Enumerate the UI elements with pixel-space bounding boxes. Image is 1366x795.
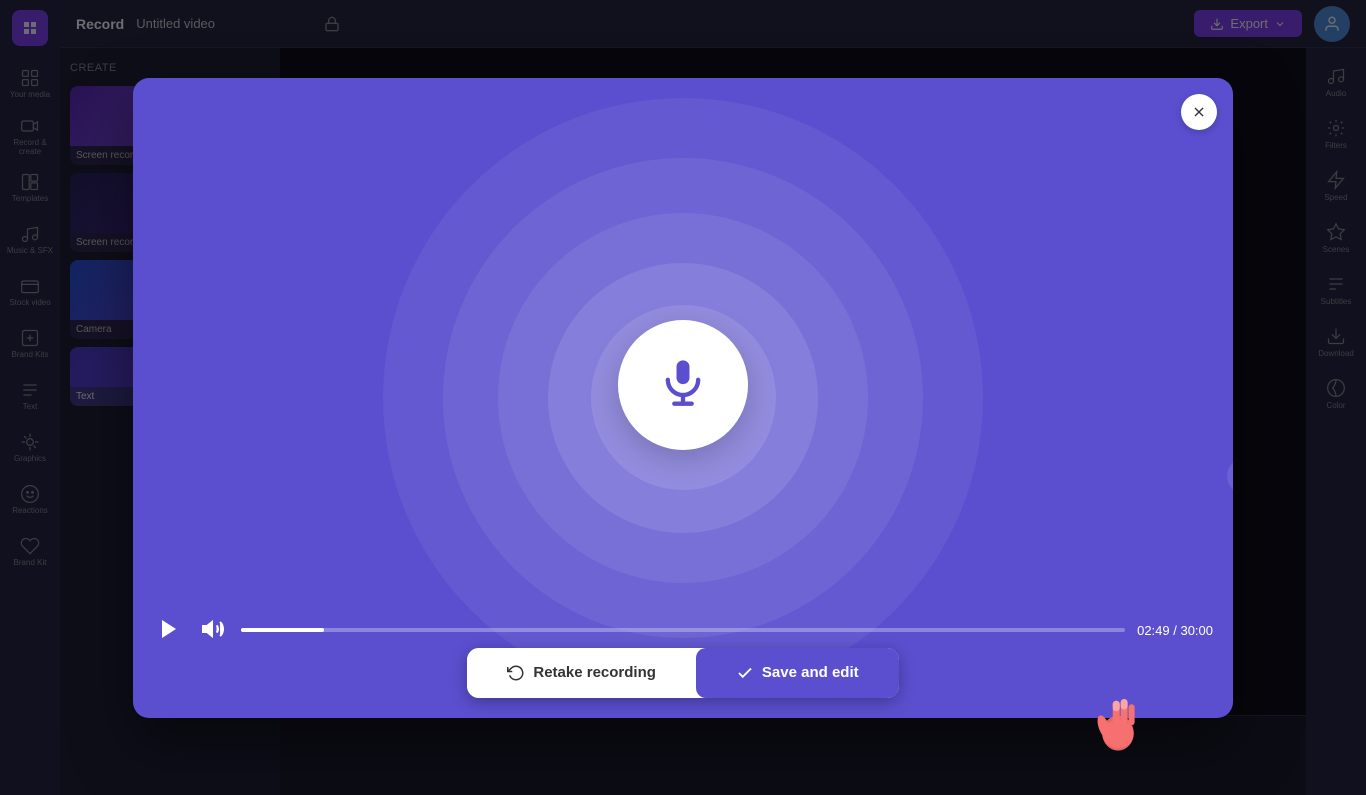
retake-recording-button[interactable]: Retake recording: [467, 648, 696, 698]
modal-overlay: ? 02:49 / 30:00: [0, 0, 1366, 795]
check-icon: [736, 664, 754, 682]
volume-button[interactable]: [197, 613, 229, 648]
modal-actions: Retake recording Save and edit: [133, 648, 1233, 718]
action-buttons-container: Retake recording Save and edit: [467, 648, 898, 698]
progress-bar[interactable]: [241, 628, 1125, 632]
progress-fill: [241, 628, 324, 632]
save-and-edit-button[interactable]: Save and edit: [696, 648, 899, 698]
play-button[interactable]: [153, 613, 185, 648]
time-display: 02:49 / 30:00: [1137, 623, 1213, 638]
retake-icon: [507, 664, 525, 682]
mic-container: [618, 320, 748, 450]
help-bubble[interactable]: ?: [1227, 458, 1233, 494]
modal-close-button[interactable]: [1181, 94, 1217, 130]
microphone-icon: [657, 356, 709, 413]
recording-review-modal: ? 02:49 / 30:00: [133, 78, 1233, 718]
mic-circle: [618, 320, 748, 450]
